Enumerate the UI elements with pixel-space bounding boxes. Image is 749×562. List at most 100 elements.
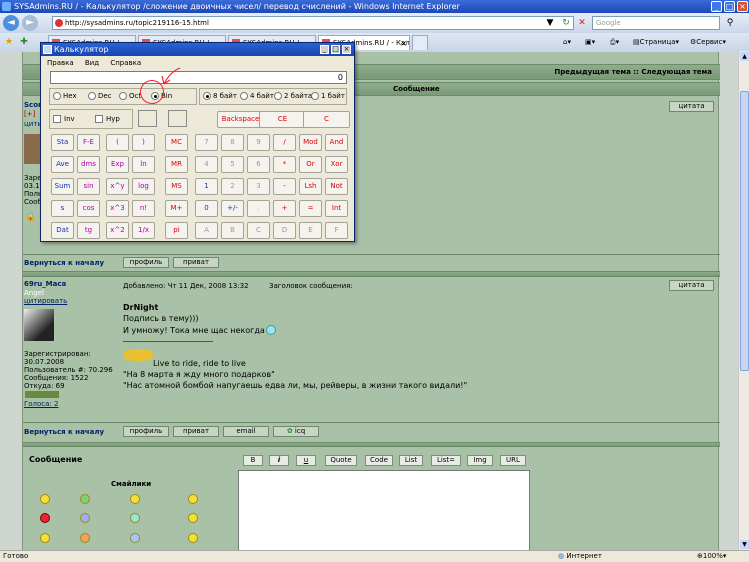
smiley-icon[interactable] bbox=[188, 494, 198, 504]
calc-key[interactable]: And bbox=[325, 134, 348, 151]
calc-key[interactable]: x^2 bbox=[106, 222, 129, 239]
feeds-icon[interactable]: ▣▾ bbox=[585, 37, 595, 47]
votes-link[interactable]: Голоса: 2 bbox=[24, 400, 58, 408]
img-button[interactable]: Img bbox=[467, 455, 493, 466]
bold-button[interactable]: B bbox=[243, 455, 263, 466]
tab-close-icon[interactable]: × bbox=[400, 37, 407, 50]
profile-button[interactable]: профиль bbox=[123, 257, 169, 268]
calc-key[interactable]: E bbox=[299, 222, 322, 239]
calc-key[interactable]: Lsh bbox=[299, 178, 322, 195]
calc-key[interactable]: ( bbox=[106, 134, 129, 151]
calc-key[interactable]: x^3 bbox=[106, 200, 129, 217]
calc-key[interactable]: + bbox=[273, 200, 296, 217]
underline-button[interactable]: u bbox=[296, 455, 316, 466]
calc-key[interactable]: B bbox=[221, 222, 244, 239]
back-icon[interactable]: ◄ bbox=[3, 15, 19, 31]
calc-key[interactable]: ln bbox=[132, 156, 155, 173]
calc-key[interactable]: 5 bbox=[221, 156, 244, 173]
calc-key[interactable]: Or bbox=[299, 156, 322, 173]
favorites-star-icon[interactable]: ★ bbox=[3, 36, 15, 48]
smiley-icon[interactable] bbox=[40, 533, 50, 543]
list-numbered-button[interactable]: List= bbox=[431, 455, 461, 466]
back-to-top-link[interactable]: Вернуться к началу bbox=[24, 428, 104, 436]
calc-key[interactable]: M+ bbox=[165, 200, 188, 217]
calc-key[interactable]: Not bbox=[325, 178, 348, 195]
calc-key[interactable]: - bbox=[273, 178, 296, 195]
calc-key[interactable]: x^y bbox=[106, 178, 129, 195]
smiley-icon[interactable] bbox=[80, 533, 90, 543]
post-username[interactable]: 69ru_Маса bbox=[24, 280, 66, 288]
backspace-button[interactable]: Backspace bbox=[217, 111, 264, 128]
calc-key[interactable]: Dat bbox=[51, 222, 74, 239]
vertical-scrollbar[interactable]: ▲ ▼ bbox=[738, 51, 749, 550]
pm-button[interactable]: приват bbox=[173, 426, 219, 437]
calc-key[interactable]: . bbox=[247, 200, 270, 217]
smiley-icon[interactable] bbox=[80, 513, 90, 523]
calc-key[interactable]: A bbox=[195, 222, 218, 239]
radio-dec[interactable]: Dec bbox=[88, 92, 112, 101]
calc-key[interactable]: log bbox=[132, 178, 155, 195]
menu-view[interactable]: Вид bbox=[85, 59, 99, 67]
italic-button[interactable]: i bbox=[269, 455, 289, 466]
calc-key[interactable]: Int bbox=[325, 200, 348, 217]
home-icon[interactable]: ⌂▾ bbox=[563, 37, 571, 47]
search-input[interactable]: Google bbox=[592, 16, 720, 30]
smiley-icon[interactable] bbox=[130, 513, 140, 523]
topic-nav-link[interactable]: Предыдущая тема :: Следующая тема bbox=[554, 68, 712, 76]
smiley-icon[interactable] bbox=[188, 533, 198, 543]
clear-button[interactable]: C bbox=[303, 111, 350, 128]
close-button[interactable]: × bbox=[737, 1, 748, 12]
calc-key[interactable]: sin bbox=[77, 178, 100, 195]
smiley-icon[interactable] bbox=[80, 494, 90, 504]
calc-key[interactable]: MR bbox=[165, 156, 188, 173]
radio-oct[interactable]: Oct bbox=[119, 92, 141, 101]
add-favorites-icon[interactable]: ✚ bbox=[18, 36, 30, 48]
radio-4-bytes[interactable]: 4 байта bbox=[240, 92, 278, 101]
calc-key[interactable]: F-E bbox=[77, 134, 100, 151]
calc-key[interactable]: ) bbox=[132, 134, 155, 151]
calc-key[interactable]: D bbox=[273, 222, 296, 239]
first-user-name[interactable]: Scor bbox=[24, 101, 41, 109]
calc-key[interactable]: / bbox=[273, 134, 296, 151]
icq-button[interactable]: ✿ icq bbox=[273, 426, 319, 437]
calc-key[interactable]: tg bbox=[77, 222, 100, 239]
calc-minimize-button[interactable]: _ bbox=[320, 45, 329, 54]
calc-key[interactable]: C bbox=[247, 222, 270, 239]
quote-button[interactable]: цитата bbox=[669, 101, 714, 112]
email-button[interactable]: email bbox=[223, 426, 269, 437]
calc-key[interactable]: pi bbox=[165, 222, 188, 239]
calc-key[interactable]: F bbox=[325, 222, 348, 239]
smiley-icon[interactable] bbox=[130, 533, 140, 543]
calc-maximize-button[interactable]: □ bbox=[331, 45, 340, 54]
quote-link[interactable]: цитировать bbox=[24, 297, 67, 305]
calc-key[interactable]: Mod bbox=[299, 134, 322, 151]
calc-key[interactable]: +/- bbox=[221, 200, 244, 217]
address-bar[interactable]: http://sysadmins.ru/topic219116-15.html bbox=[52, 16, 574, 30]
page-menu[interactable]: ▤Страница▾ bbox=[633, 37, 679, 47]
smiley-icon[interactable] bbox=[40, 494, 50, 504]
calc-key[interactable]: 2 bbox=[221, 178, 244, 195]
stop-icon[interactable]: ✕ bbox=[576, 17, 588, 29]
calc-key[interactable]: MC bbox=[165, 134, 188, 151]
forward-icon[interactable]: ► bbox=[22, 15, 38, 31]
maximize-button[interactable]: □ bbox=[724, 1, 735, 12]
refresh-icon[interactable]: ↻ bbox=[560, 17, 572, 29]
message-textarea[interactable] bbox=[238, 470, 530, 552]
menu-help[interactable]: Справка bbox=[110, 59, 141, 67]
dropdown-icon[interactable]: ▼ bbox=[544, 17, 556, 29]
calc-key[interactable]: 0 bbox=[195, 200, 218, 217]
calc-key[interactable]: Ave bbox=[51, 156, 74, 173]
profile-button[interactable]: профиль bbox=[123, 426, 169, 437]
calc-key[interactable]: 4 bbox=[195, 156, 218, 173]
inv-checkbox[interactable]: Inv bbox=[53, 115, 75, 124]
calc-key[interactable]: s bbox=[51, 200, 74, 217]
menu-edit[interactable]: Правка bbox=[47, 59, 74, 67]
calc-key[interactable]: 8 bbox=[221, 134, 244, 151]
list-button[interactable]: List bbox=[399, 455, 423, 466]
radio-8-bytes[interactable]: 8 байт bbox=[203, 92, 237, 101]
scroll-thumb[interactable] bbox=[740, 91, 749, 371]
new-tab-button[interactable] bbox=[412, 35, 428, 50]
calc-key[interactable]: = bbox=[299, 200, 322, 217]
calc-key[interactable]: 1 bbox=[195, 178, 218, 195]
calc-key[interactable]: n! bbox=[132, 200, 155, 217]
